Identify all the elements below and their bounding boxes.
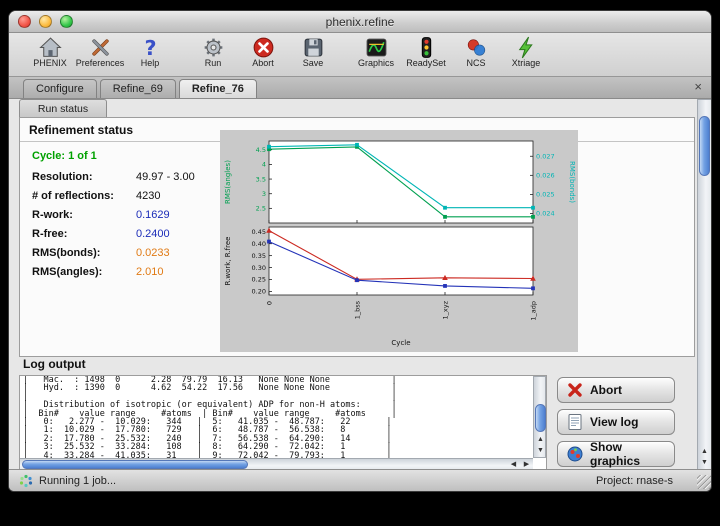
subtab-run-status[interactable]: Run status [19,99,107,117]
minimize-window-button[interactable] [39,15,52,28]
toolbar-preferences-button[interactable]: Preferences [75,35,125,68]
refinement-stats: Cycle: 1 of 1 Resolution: 49.97 - 3.00 #… [32,150,222,285]
toolbar-abort-button[interactable]: Abort [238,35,288,68]
content-area: Run status Refinement status Cycle: 1 of… [9,99,712,471]
svg-text:0: 0 [266,301,274,305]
log-hscroll-thumb[interactable] [22,460,248,469]
svg-text:0.026: 0.026 [536,172,555,180]
svg-text:0.25: 0.25 [252,276,266,284]
status-bar: Running 1 job... Project: rnase-s [9,469,712,491]
main-scrollbar-thumb[interactable] [699,116,710,176]
xtriage-icon [514,35,539,60]
abort-x-icon [566,381,584,399]
main-vertical-scrollbar[interactable]: ▲ ▼ [697,99,712,471]
progress-spinner-icon [19,474,33,488]
svg-text:3.5: 3.5 [256,175,266,183]
show-graphics-button[interactable]: Show graphics [557,441,675,467]
save-icon [301,35,326,60]
toolbar-readyset-button[interactable]: ReadySet [401,35,451,68]
log-scroll-down-arrow-icon[interactable]: ▼ [534,445,547,457]
zoom-window-button[interactable] [60,15,73,28]
svg-text:4.5: 4.5 [256,146,266,154]
log-text: | Mac. : 1498 0 2.28 79.79 16.13 None No… [23,376,532,458]
tab-refine-76[interactable]: Refine_76 [179,79,257,98]
log-output-box[interactable]: | Mac. : 1498 0 2.28 79.79 16.13 None No… [19,375,547,471]
preferences-icon [88,35,113,60]
log-output-title: Log output [23,357,86,371]
svg-text:1_xyz: 1_xyz [442,300,450,319]
ncs-icon [464,35,489,60]
log-vertical-scrollbar[interactable]: ▲ ▼ [533,376,546,458]
svg-text:1_bss: 1_bss [354,300,362,319]
stat-r-work: R-work: 0.1629 [32,209,222,221]
toolbar-save-button[interactable]: Save [288,35,338,68]
action-buttons: Abort View log Show graphics [557,377,677,473]
stat-rms-angles: RMS(angles): 2.010 [32,266,222,278]
svg-text:?: ? [144,36,156,60]
toolbar: PHENIX Preferences ? Help [9,33,711,77]
tab-refine-69[interactable]: Refine_69 [100,79,176,98]
svg-text:Cycle: Cycle [391,339,410,347]
svg-text:0.30: 0.30 [252,264,266,272]
svg-text:0.45: 0.45 [252,228,266,236]
readyset-icon [414,35,439,60]
resize-grip[interactable] [697,475,711,489]
svg-text:RMS(bonds): RMS(bonds) [568,161,576,203]
svg-text:0.024: 0.024 [536,210,555,218]
chart-svg: 2.5 3 3.5 4 4.5 0.024 0.025 0.026 0.027 RMS(angle… [221,131,577,351]
stat-reflections: # of reflections: 4230 [32,190,222,202]
toolbar-ncs-button[interactable]: NCS [451,35,501,68]
toolbar-help-button[interactable]: ? Help [125,35,175,68]
svg-text:4: 4 [262,161,266,169]
close-window-button[interactable] [18,15,31,28]
svg-text:RMS(angles): RMS(angles) [224,160,232,204]
svg-text:0.20: 0.20 [252,288,266,296]
refinement-progress-chart: 2.5 3 3.5 4 4.5 0.024 0.025 0.026 0.027 RMS(angle… [220,130,578,352]
svg-text:0.027: 0.027 [536,152,555,160]
view-log-icon [566,413,584,431]
status-project-text: Project: rnase-s [596,475,673,487]
stat-resolution: Resolution: 49.97 - 3.00 [32,171,222,183]
graphics-icon [364,35,389,60]
svg-text:0.35: 0.35 [252,252,266,260]
cycle-status: Cycle: 1 of 1 [32,150,222,162]
phenix-refine-window: phenix.refine PHENIX Preferences ? Help [8,10,712,492]
toolbar-phenix-button[interactable]: PHENIX [25,35,75,68]
traffic-lights [18,15,73,28]
toolbar-run-button[interactable]: Run [188,35,238,68]
run-icon [201,35,226,60]
log-vscroll-thumb[interactable] [535,404,546,432]
window-title: phenix.refine [326,15,395,29]
svg-text:0.40: 0.40 [252,240,266,248]
view-log-button[interactable]: View log [557,409,675,435]
scroll-down-arrow-icon[interactable]: ▼ [698,457,711,469]
abort-button[interactable]: Abort [557,377,675,403]
tab-bar: Configure Refine_69 Refine_76 × [9,77,711,99]
stat-rms-bonds: RMS(bonds): 0.0233 [32,247,222,259]
tab-close-icon[interactable]: × [694,80,702,93]
help-icon: ? [138,35,163,60]
title-bar[interactable]: phenix.refine [9,11,711,33]
show-graphics-icon [566,445,584,463]
svg-text:2.5: 2.5 [256,205,266,213]
phenix-home-icon [38,35,63,60]
tab-configure[interactable]: Configure [23,79,97,98]
abort-icon [251,35,276,60]
stat-r-free: R-free: 0.2400 [32,228,222,240]
toolbar-xtriage-button[interactable]: Xtriage [501,35,551,68]
refinement-status-panel: Refinement status Cycle: 1 of 1 Resoluti… [19,117,695,357]
status-running-text: Running 1 job... [39,475,116,487]
svg-text:R.work, R.free: R.work, R.free [224,237,232,286]
svg-text:3: 3 [262,190,266,198]
toolbar-graphics-button[interactable]: Graphics [351,35,401,68]
svg-text:1_adp: 1_adp [530,301,538,321]
svg-text:0.025: 0.025 [536,191,555,199]
